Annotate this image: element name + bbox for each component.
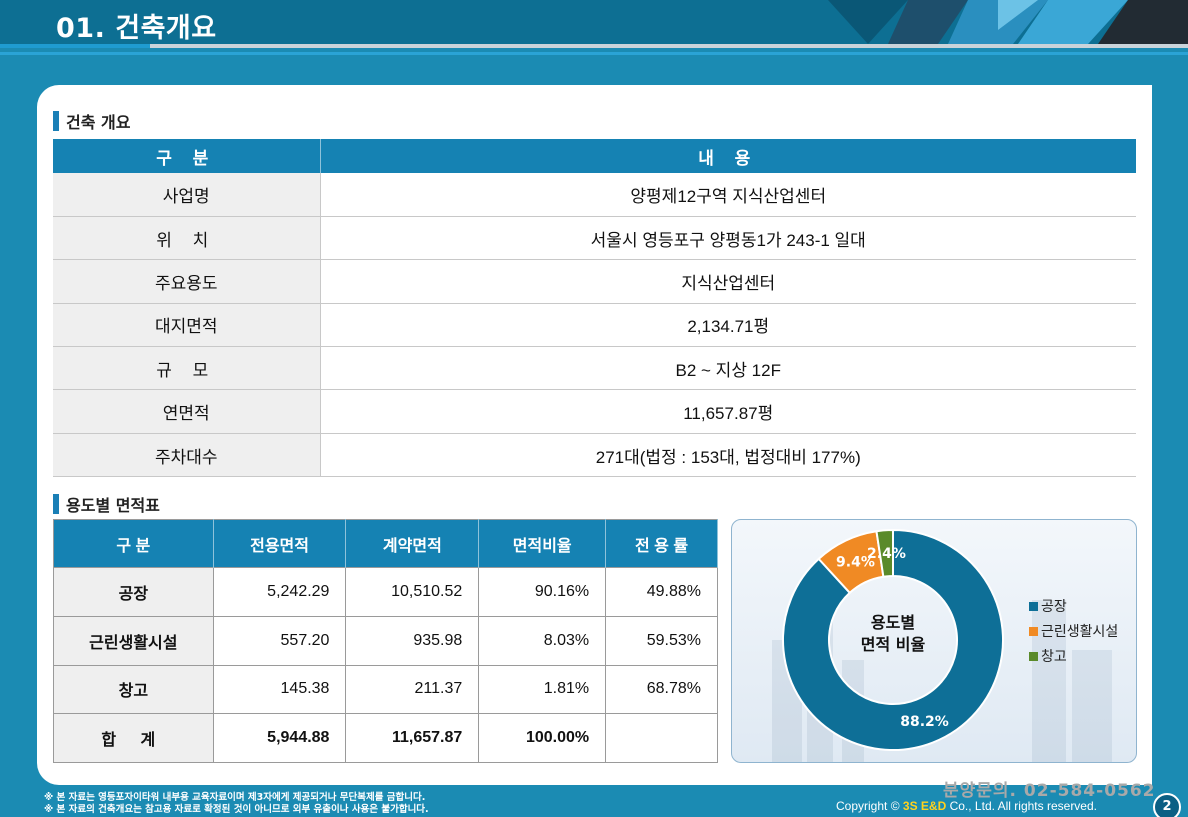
area-section-title: 용도별 면적표 <box>53 492 160 516</box>
area-col-header: 전 용 률 <box>605 519 718 568</box>
header-stripe <box>0 44 1188 48</box>
row-label: 창고 <box>53 664 214 715</box>
row-label: 대지면적 <box>53 303 321 348</box>
area-header-row: 구 분 전용면적 계약면적 면적비율 전 용 률 <box>53 519 718 568</box>
header-bar: 01. 건축개요 <box>0 0 1188 48</box>
section-marker <box>53 111 59 131</box>
page-number: 2 <box>1153 793 1181 817</box>
legend-label: 공장 <box>1041 599 1067 615</box>
area-table: 구 분 전용면적 계약면적 면적비율 전 용 률 공장 5,242.29 10,… <box>53 519 718 764</box>
row-label: 연면적 <box>53 389 321 434</box>
table-row: 사업명 양평제12구역 지식산업센터 <box>53 173 1136 217</box>
cell: 11,657.87 <box>345 713 480 764</box>
row-label: 주요용도 <box>53 259 321 304</box>
copyright: Copyright © 3S E&D Co., Ltd. All rights … <box>836 799 1097 813</box>
row-label: 근린생활시설 <box>53 615 214 666</box>
legend-swatch <box>1029 652 1038 661</box>
footer-notes: ※ 본 자료는 영등포자이타워 내부용 교육자료이며 제3자에게 제공되거나 무… <box>44 792 429 816</box>
area-ratio-chart-panel: 88.2% 9.4% 2.4% 용도별 면적 비율 공장 근린생활시설 창고 <box>731 519 1137 763</box>
legend-swatch <box>1029 627 1038 636</box>
footer-note: ※ 본 자료는 영등포자이타워 내부용 교육자료이며 제3자에게 제공되거나 무… <box>44 792 426 803</box>
cell: 59.53% <box>605 615 718 666</box>
section-marker <box>53 494 59 514</box>
overview-header-row: 구 분 내 용 <box>53 139 1136 173</box>
row-value: 2,134.71평 <box>320 303 1136 348</box>
page-title: 01. 건축개요 <box>56 13 217 44</box>
total-row: 합 계 5,944.88 11,657.87 100.00% <box>53 713 718 764</box>
row-label: 주차대수 <box>53 433 321 478</box>
overview-section-label: 건축 개요 <box>66 113 131 132</box>
row-value: 271대(법정 : 153대, 법정대비 177%) <box>320 433 1136 478</box>
row-label: 규 모 <box>53 346 321 391</box>
row-label: 위 치 <box>53 216 321 261</box>
cell: 10,510.52 <box>345 567 480 617</box>
row-value: 서울시 영등포구 양평동1가 243-1 일대 <box>320 216 1136 261</box>
chart-center-title-line1: 용도별 <box>871 613 915 632</box>
cell: 935.98 <box>345 615 480 666</box>
area-col-header: 면적비율 <box>478 519 607 568</box>
legend-label: 창고 <box>1041 649 1067 665</box>
row-label: 공장 <box>53 567 214 617</box>
overview-col-header: 구 분 <box>53 139 321 173</box>
table-row: 창고 145.38 211.37 1.81% 68.78% <box>53 664 718 715</box>
table-row: 근린생활시설 557.20 935.98 8.03% 59.53% <box>53 615 718 666</box>
cell: 90.16% <box>478 567 607 617</box>
header-accent-stripe <box>0 44 150 48</box>
table-row: 연면적 11,657.87평 <box>53 389 1136 434</box>
cell: 5,242.29 <box>212 567 347 617</box>
cell <box>605 713 718 764</box>
row-value: 지식산업센터 <box>320 259 1136 304</box>
row-value: 양평제12구역 지식산업센터 <box>320 173 1136 217</box>
legend-label: 근린생활시설 <box>1041 624 1118 640</box>
cell: 557.20 <box>212 615 347 666</box>
copyright-brand: 3S E&D <box>902 799 947 813</box>
legend-swatch <box>1029 602 1038 611</box>
cell: 145.38 <box>212 664 347 715</box>
area-col-header: 계약면적 <box>345 519 480 568</box>
row-label: 사업명 <box>53 173 321 217</box>
cell: 68.78% <box>605 664 718 715</box>
copyright-prefix: Copyright © <box>836 799 900 813</box>
donut-chart: 88.2%9.4%2.4% 용도별 면적 비율 공장근린생활시설창고 <box>772 528 1118 762</box>
cell: 8.03% <box>478 615 607 666</box>
sales-contact: 분양문의. 02-584-0562 <box>943 781 1156 801</box>
overview-col-header: 내 용 <box>320 139 1136 173</box>
overview-table: 구 분 내 용 사업명 양평제12구역 지식산업센터 위 치 서울시 영등포구 양평… <box>53 139 1136 478</box>
row-value: B2 ~ 지상 12F <box>320 346 1136 391</box>
table-row: 주차대수 271대(법정 : 153대, 법정대비 177%) <box>53 433 1136 478</box>
table-row: 대지면적 2,134.71평 <box>53 303 1136 348</box>
table-row: 위 치 서울시 영등포구 양평동1가 243-1 일대 <box>53 216 1136 261</box>
area-col-header: 전용면적 <box>213 519 347 568</box>
table-row: 공장 5,242.29 10,510.52 90.16% 49.88% <box>53 567 718 617</box>
cell: 211.37 <box>345 664 480 715</box>
area-section-label: 용도별 면적표 <box>66 496 160 515</box>
overview-section-title: 건축 개요 <box>53 109 130 133</box>
slice-label: 88.2% <box>900 714 949 730</box>
cell: 1.81% <box>478 664 607 715</box>
header-underline <box>0 52 1188 55</box>
row-value: 11,657.87평 <box>320 389 1136 434</box>
table-row: 규 모 B2 ~ 지상 12F <box>53 346 1136 391</box>
table-row: 주요용도 지식산업센터 <box>53 259 1136 304</box>
row-label: 합 계 <box>53 713 214 764</box>
cell: 49.88% <box>605 567 718 617</box>
slice-label: 2.4% <box>867 546 906 562</box>
chart-center-title-line2: 면적 비율 <box>861 635 926 654</box>
cell: 5,944.88 <box>212 713 347 764</box>
area-col-header: 구 분 <box>53 519 214 568</box>
cell: 100.00% <box>478 713 607 764</box>
copyright-suffix: Co., Ltd. All rights reserved. <box>949 799 1097 813</box>
header-decoration <box>828 0 1188 44</box>
footer-note: ※ 본 자료의 건축개요는 참고용 자료로 확정된 것이 아니므로 외부 유출이… <box>44 804 429 815</box>
